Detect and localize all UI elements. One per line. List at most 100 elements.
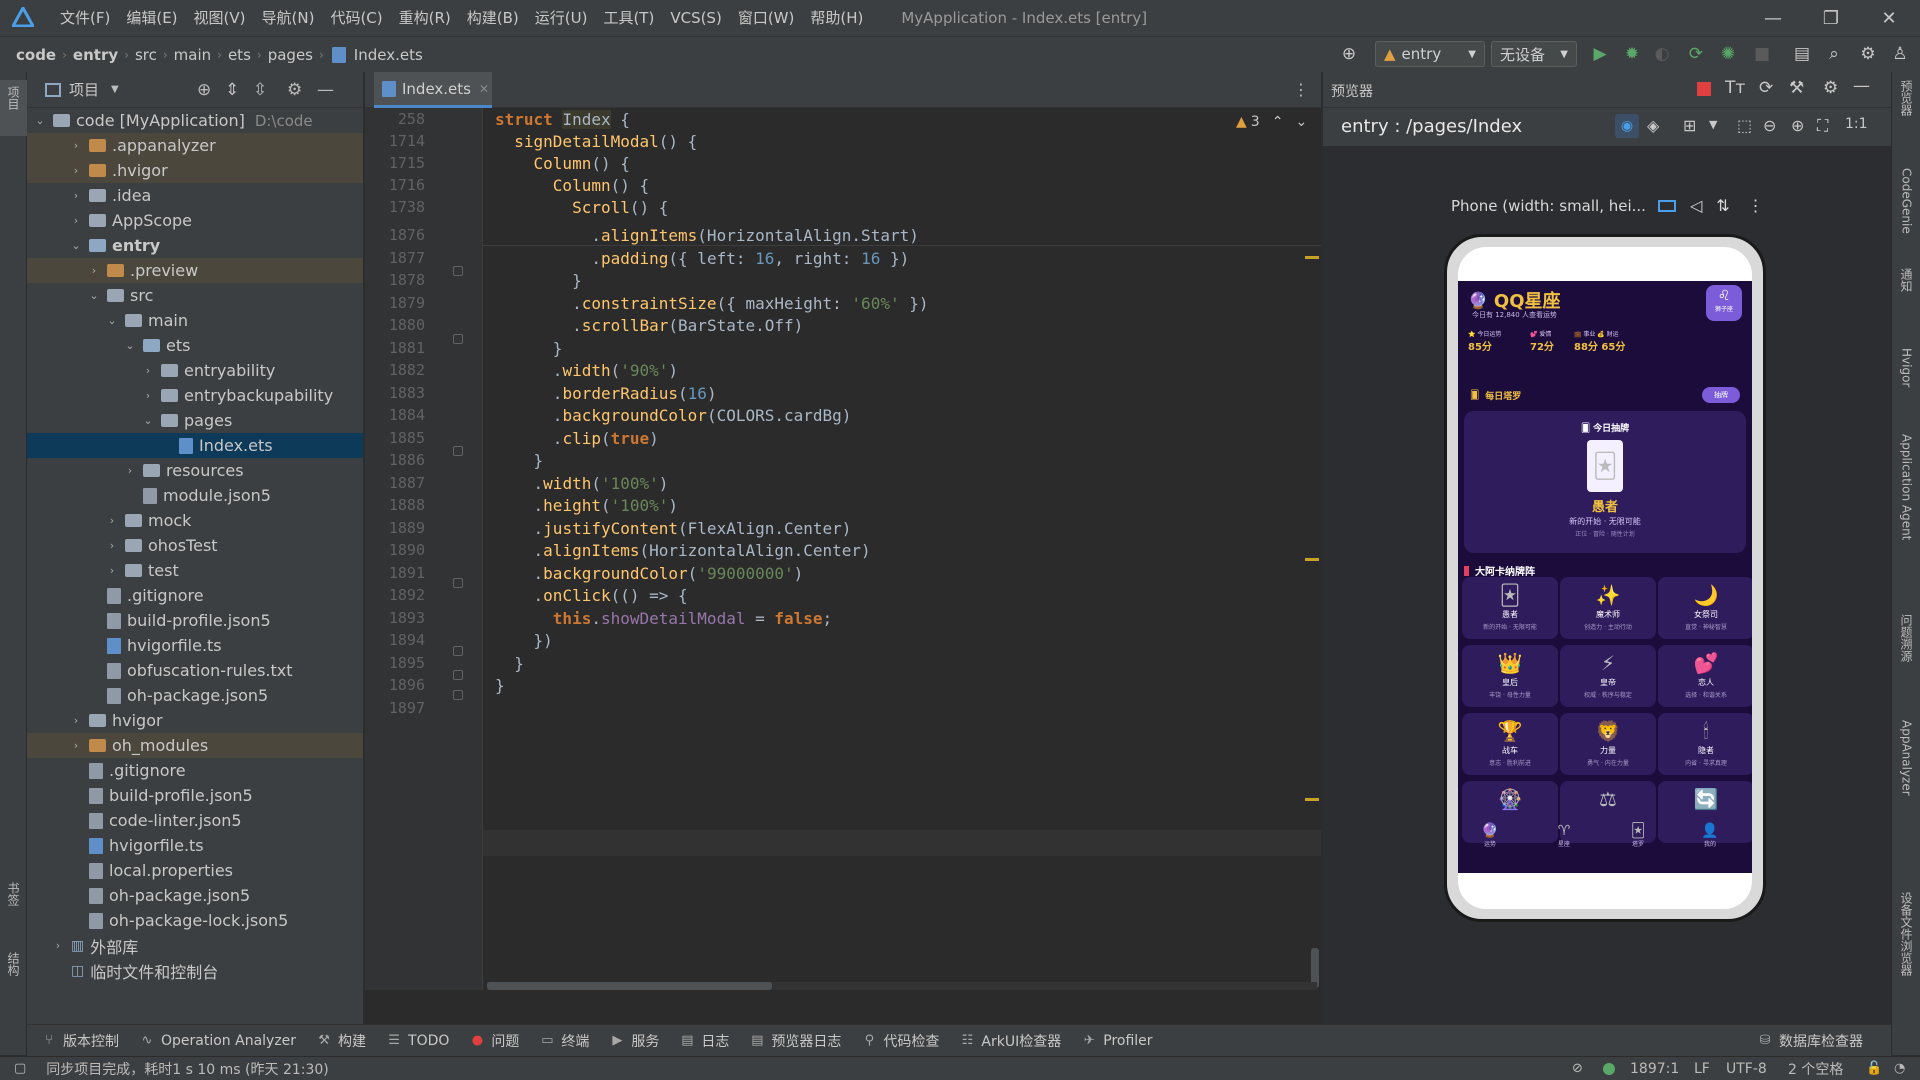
arcana-card[interactable]: 👑 皇后 丰饶 · 母性力量 (1462, 645, 1558, 707)
tree-item[interactable]: local.properties (27, 858, 363, 883)
breadcrumb-file[interactable]: Index.ets (352, 46, 425, 64)
right-tool-button[interactable]: CodeGenie (1892, 168, 1920, 234)
collapse-all-icon[interactable]: ⇳ (253, 80, 267, 100)
file-encoding[interactable]: UTF-8 (1726, 1061, 1767, 1077)
no-inspections-icon[interactable]: ⊘ (1572, 1061, 1583, 1076)
tree-item[interactable]: obfuscation-rules.txt (27, 658, 363, 683)
code-line[interactable]: .onClick(() => { (495, 586, 688, 605)
code-line[interactable]: Column() { (495, 176, 649, 195)
target-icon[interactable]: ⊕ (1337, 42, 1361, 66)
menu-item[interactable]: 代码(C) (322, 0, 390, 36)
rotate-icon[interactable]: ⇅ (1716, 196, 1729, 215)
chevron-down-icon[interactable]: ▼ (111, 84, 119, 95)
tree-item[interactable]: oh-package.json5 (27, 883, 363, 908)
warning-marker[interactable] (1305, 798, 1319, 801)
font-size-icon[interactable]: Tт (1725, 78, 1745, 98)
tree-item[interactable]: ⌄ pages (27, 408, 363, 433)
breadcrumb-item[interactable]: pages (266, 46, 315, 64)
stop-icon[interactable]: ■ (1750, 42, 1774, 66)
arcana-card[interactable]: 🌙 女祭司 直觉 · 神秘智慧 (1658, 577, 1752, 639)
hide-panel-icon[interactable]: — (317, 80, 334, 100)
tree-item[interactable]: build-profile.json5 (27, 608, 363, 633)
caret-position[interactable]: 1897:1 (1630, 1061, 1679, 1077)
tree-item[interactable]: › .hvigor (27, 158, 363, 183)
more-options-icon[interactable]: ⋮ (1293, 80, 1309, 99)
code-line[interactable]: .scrollBar(BarState.Off) (495, 316, 803, 335)
breadcrumb-item[interactable]: main (172, 46, 213, 64)
indent-setting[interactable]: 2 个空格 (1788, 1059, 1843, 1079)
tree-item[interactable]: module.json5 (27, 483, 363, 508)
project-tool-button[interactable]: 项目 (0, 80, 27, 136)
gear-icon[interactable]: ⚙ (287, 80, 302, 100)
menu-item[interactable]: VCS(S) (662, 0, 729, 36)
settings-icon[interactable]: ⚙ (1823, 78, 1838, 98)
actual-size-icon[interactable]: 1:1 (1845, 116, 1868, 132)
code-line[interactable]: this.showDetailModal = false; (495, 609, 832, 628)
bottom-tool-button[interactable]: ∿ Operation Analyzer (139, 1033, 297, 1049)
debug-icon[interactable]: ✹ (1620, 42, 1644, 66)
code-line[interactable]: .alignItems(HorizontalAlign.Center) (495, 541, 871, 560)
zoom-in-icon[interactable]: ⊕ (1791, 116, 1804, 135)
code-line[interactable]: }) (495, 631, 553, 650)
warnings-indicator[interactable]: ▲ 3 ⌃ ⌄ (1236, 114, 1307, 130)
bottom-tool-button[interactable]: ▤ 预览器日志 (749, 1031, 841, 1051)
menu-item[interactable]: 编辑(E) (118, 0, 185, 36)
draw-card-button[interactable]: 抽牌 (1702, 387, 1740, 403)
tree-item[interactable]: .gitignore (27, 583, 363, 608)
warning-marker[interactable] (1305, 558, 1319, 561)
bottom-nav-item[interactable]: 🃏 塔罗 (1608, 823, 1668, 848)
zodiac-badge[interactable]: ♌ 狮子座 (1706, 285, 1742, 321)
tree-item[interactable]: › .idea (27, 183, 363, 208)
tree-item[interactable]: build-profile.json5 (27, 783, 363, 808)
tree-item[interactable]: › AppScope (27, 208, 363, 233)
database-inspector-button[interactable]: ⛁ 数据库检查器 (1757, 1031, 1863, 1051)
right-tool-button[interactable]: 设备文件浏览器 (1892, 892, 1920, 976)
code-line[interactable]: .justifyContent(FlexAlign.Center) (495, 519, 852, 538)
layers-icon[interactable]: ◈ (1647, 116, 1659, 135)
bottom-nav-item[interactable]: 🔮 运势 (1460, 823, 1520, 848)
settings-icon[interactable]: ⚙ (1856, 42, 1880, 66)
bottom-tool-button[interactable]: ✈ Profiler (1081, 1033, 1153, 1049)
fold-marker-icon[interactable] (453, 578, 463, 588)
arcana-card[interactable]: 💕 恋人 选择 · 和谐关系 (1658, 645, 1752, 707)
device-label[interactable]: Phone (width: small, hei... (1451, 197, 1646, 215)
menu-item[interactable]: 运行(U) (527, 0, 596, 36)
bookmarks-tool-button[interactable]: 书签 (0, 882, 27, 906)
right-tool-button[interactable]: 通知 (1892, 268, 1920, 292)
hot-reload-icon[interactable]: ⚒ (1789, 78, 1804, 98)
breadcrumb-item[interactable]: ets (226, 46, 253, 64)
warning-marker[interactable] (1305, 256, 1319, 259)
tree-item[interactable]: ⌄ ets (27, 333, 363, 358)
tree-item[interactable]: .gitignore (27, 758, 363, 783)
code-line[interactable]: .clip(true) (495, 429, 659, 448)
chevron-down-icon[interactable]: ▼ (1709, 118, 1717, 131)
structure-tool-button[interactable]: 结构 (0, 952, 27, 976)
more-options-icon[interactable]: ⋮ (1748, 196, 1764, 215)
device-type-icon[interactable] (1657, 199, 1676, 212)
bottom-tool-button[interactable]: ⑂ 版本控制 (41, 1031, 119, 1051)
locate-icon[interactable]: ⊕ (197, 80, 211, 100)
code-line[interactable]: } (495, 654, 524, 673)
code-line[interactable]: } (495, 676, 505, 695)
tree-item[interactable]: › resources (27, 458, 363, 483)
arcana-card[interactable]: 🏆 战车 意志 · 胜利前进 (1462, 713, 1558, 775)
code-line[interactable]: .width('90%') (495, 361, 678, 380)
inspector-icon[interactable]: ◉ (1615, 114, 1639, 138)
run-icon[interactable]: ▶ (1588, 42, 1612, 66)
tree-item[interactable]: › hvigor (27, 708, 363, 733)
tree-item[interactable]: › test (27, 558, 363, 583)
fold-marker-icon[interactable] (453, 670, 463, 680)
status-message[interactable]: 同步项目完成，耗时1 s 10 ms (昨天 21:30) (46, 1059, 328, 1079)
tree-item[interactable]: › entrybackupability (27, 383, 363, 408)
tree-item[interactable]: › .preview (27, 258, 363, 283)
jester-card-icon[interactable]: 🃏 (1587, 440, 1623, 492)
tree-item[interactable]: › mock (27, 508, 363, 533)
tree-item[interactable]: hvigorfile.ts (27, 833, 363, 858)
code-line[interactable]: .alignItems(HorizontalAlign.Start) (495, 226, 919, 245)
bottom-tool-button[interactable]: ⚲ 代码检查 (861, 1031, 940, 1051)
code-line[interactable]: struct Index { (495, 110, 630, 129)
code-line[interactable]: .width('100%') (495, 474, 669, 493)
close-tab-icon[interactable]: ✕ (479, 82, 489, 96)
right-tool-button[interactable]: Application Agent (1892, 434, 1920, 540)
bottom-nav-item[interactable]: ♈ 星座 (1534, 823, 1594, 848)
